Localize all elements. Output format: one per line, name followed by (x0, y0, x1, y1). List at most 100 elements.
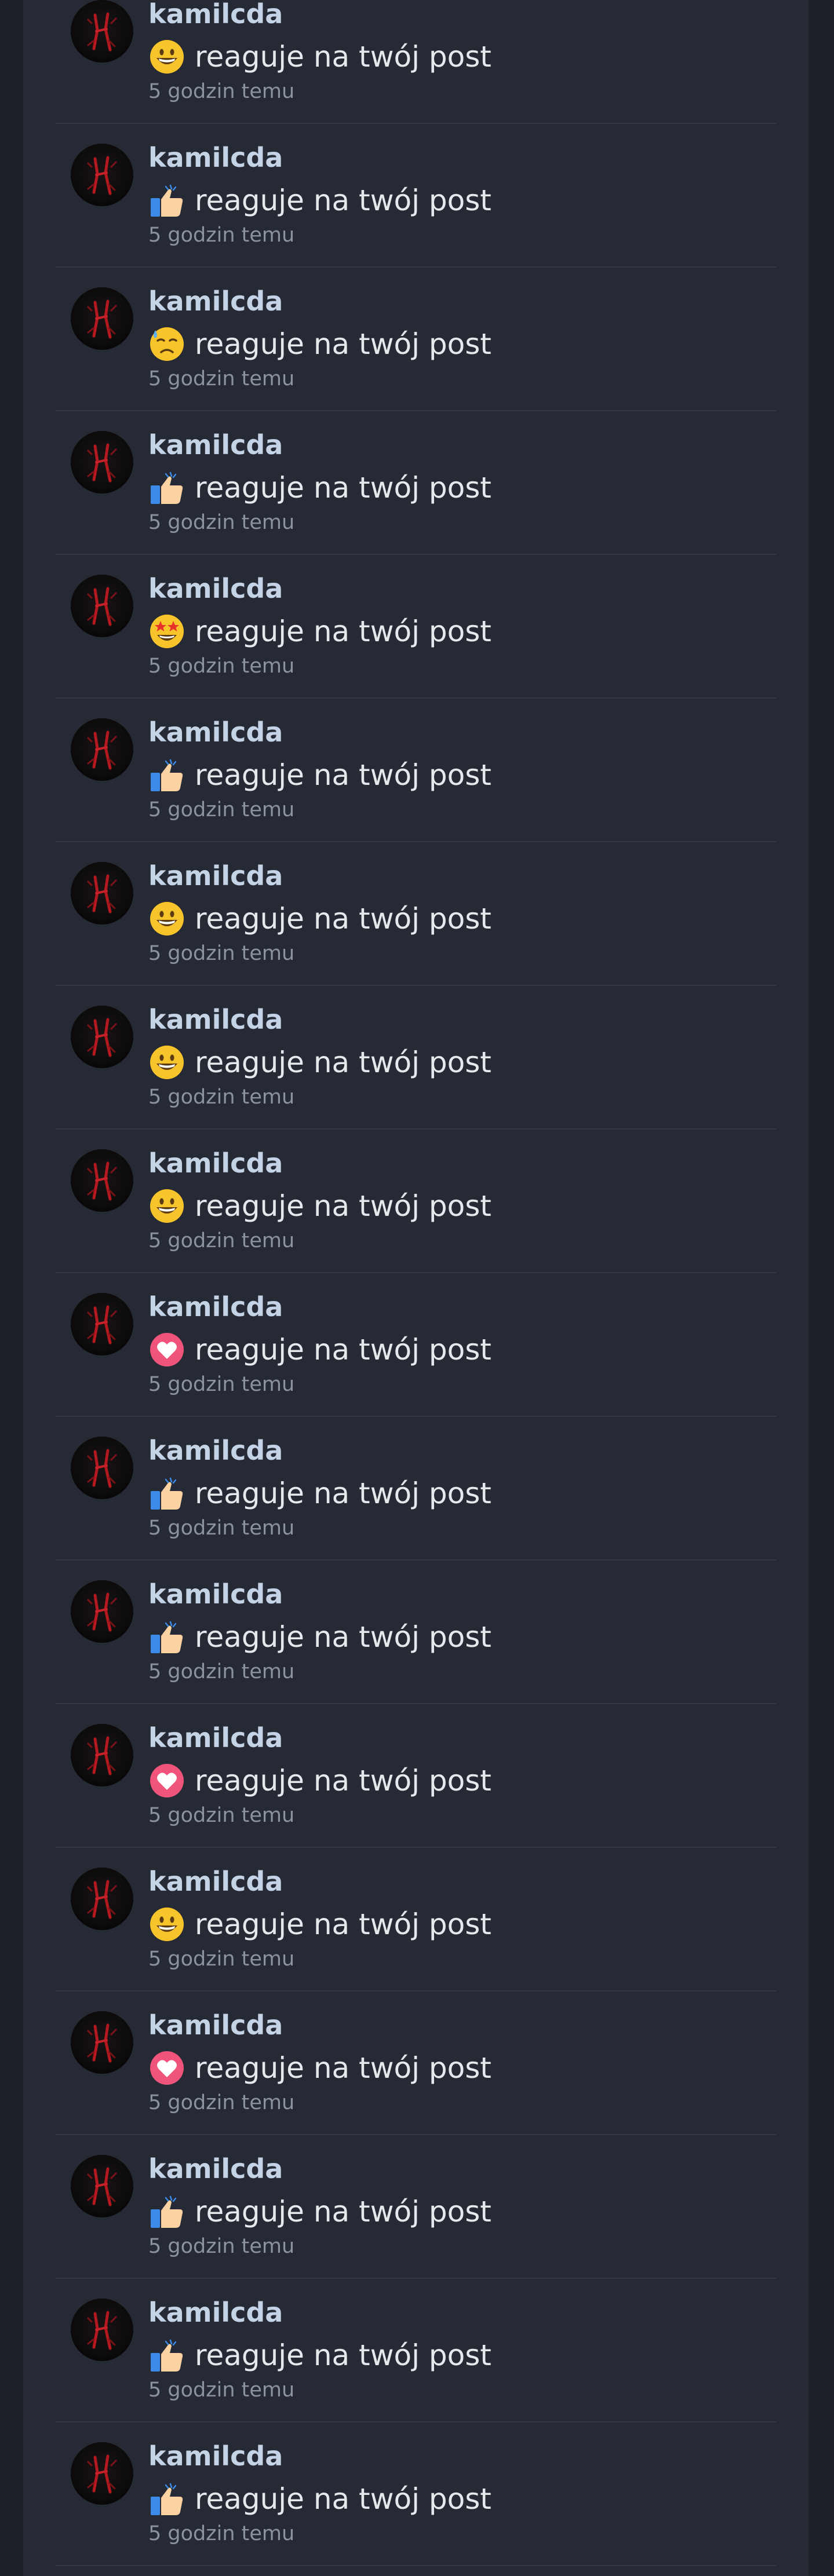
username[interactable]: kamilcda (148, 860, 491, 892)
action-text: reaguje na twój post (195, 2195, 491, 2228)
grinning-face-icon (148, 38, 185, 75)
action-text: reaguje na twój post (195, 327, 491, 361)
notification-item[interactable]: kamilcda reaguje na twój post 5 godzin t… (56, 1992, 776, 2135)
timestamp: 5 godzin temu (148, 2378, 295, 2402)
avatar[interactable] (71, 718, 133, 781)
notification-item[interactable]: kamilcda reaguje na twój post 5 godzin t… (56, 1130, 776, 1273)
timestamp: 5 godzin temu (148, 2522, 295, 2545)
avatar[interactable] (71, 144, 133, 206)
username[interactable]: kamilcda (148, 1003, 491, 1036)
username[interactable]: kamilcda (148, 1147, 491, 1179)
timestamp: 5 godzin temu (148, 655, 295, 678)
username[interactable]: kamilcda (148, 716, 491, 748)
avatar[interactable] (71, 431, 133, 494)
action-text: reaguje na twój post (195, 2051, 491, 2085)
username[interactable]: kamilcda (148, 0, 491, 30)
avatar[interactable] (71, 1724, 133, 1786)
timestamp: 5 godzin temu (148, 1660, 295, 1683)
timestamp: 5 godzin temu (148, 367, 295, 390)
timestamp: 5 godzin temu (148, 1517, 295, 1540)
username[interactable]: kamilcda (148, 1578, 491, 1610)
notification-item[interactable]: kamilcda reaguje na twój post 5 godzin t… (56, 699, 776, 842)
username[interactable]: kamilcda (148, 572, 491, 605)
avatar[interactable] (71, 287, 133, 350)
username[interactable]: kamilcda (148, 2296, 491, 2329)
action-text: reaguje na twój post (195, 615, 491, 648)
username[interactable]: kamilcda (148, 141, 491, 174)
timestamp: 5 godzin temu (148, 798, 295, 821)
action-text: reaguje na twój post (195, 902, 491, 936)
username[interactable]: kamilcda (148, 1291, 491, 1323)
avatar[interactable] (71, 2011, 133, 2074)
avatar[interactable] (71, 1580, 133, 1643)
action-text: reaguje na twój post (195, 758, 491, 792)
avatar[interactable] (71, 0, 133, 63)
heart-icon (148, 1331, 185, 1368)
action-text: reaguje na twój post (195, 1333, 491, 1366)
username[interactable]: kamilcda (148, 1722, 491, 1754)
notification-item[interactable]: kamilcda reaguje na twój post 5 godzin t… (56, 2135, 776, 2279)
action-text: reaguje na twój post (195, 1046, 491, 1079)
timestamp: 5 godzin temu (148, 1804, 295, 1827)
username[interactable]: kamilcda (148, 429, 491, 461)
action-text: reaguje na twój post (195, 1620, 491, 1654)
action-text: reaguje na twój post (195, 2482, 491, 2516)
username[interactable]: kamilcda (148, 1434, 491, 1467)
notification-item[interactable]: kamilcda reaguje na twój post 5 godzin t… (56, 2279, 776, 2422)
timestamp: 5 godzin temu (148, 80, 295, 103)
notification-item[interactable]: kamilcda reaguje na twój post 5 godzin t… (56, 0, 776, 124)
grinning-face-icon (148, 1906, 185, 1943)
notification-list: kamilcda reaguje na twój post 5 godzin t… (56, 0, 776, 2566)
avatar[interactable] (71, 1868, 133, 1930)
avatar[interactable] (71, 1437, 133, 1499)
notifications-panel: kamilcda reaguje na twój post 5 godzin t… (23, 0, 808, 2576)
heart-icon (148, 2049, 185, 2087)
thumbs-up-icon (148, 2480, 185, 2517)
notification-item[interactable]: kamilcda reaguje na twój post 5 godzin t… (56, 986, 776, 1130)
action-text: reaguje na twój post (195, 184, 491, 217)
avatar[interactable] (71, 1293, 133, 1355)
avatar[interactable] (71, 2442, 133, 2505)
action-text: reaguje na twój post (195, 471, 491, 505)
avatar[interactable] (71, 862, 133, 925)
avatar[interactable] (71, 2299, 133, 2361)
action-text: reaguje na twój post (195, 1908, 491, 1941)
avatar[interactable] (71, 1006, 133, 1068)
notification-item[interactable]: kamilcda reaguje na twój post 5 godzin t… (56, 555, 776, 699)
notification-item[interactable]: kamilcda reaguje na twój post 5 godzin t… (56, 411, 776, 555)
grinning-face-icon (148, 900, 185, 937)
notification-item[interactable]: kamilcda reaguje na twój post 5 godzin t… (56, 1417, 776, 1561)
notification-item[interactable]: kamilcda reaguje na twój post 5 godzin t… (56, 2422, 776, 2566)
notification-item[interactable]: kamilcda reaguje na twój post 5 godzin t… (56, 124, 776, 268)
username[interactable]: kamilcda (148, 1865, 491, 1898)
action-text: reaguje na twój post (195, 40, 491, 74)
action-text: reaguje na twój post (195, 1764, 491, 1797)
avatar[interactable] (71, 2155, 133, 2217)
action-text: reaguje na twój post (195, 1189, 491, 1223)
notification-item[interactable]: kamilcda reaguje na twój post 5 godzin t… (56, 1561, 776, 1704)
username[interactable]: kamilcda (148, 2440, 491, 2472)
username[interactable]: kamilcda (148, 2153, 491, 2185)
action-text: reaguje na twój post (195, 1477, 491, 1510)
heart-icon (148, 1762, 185, 1799)
avatar[interactable] (71, 575, 133, 637)
timestamp: 5 godzin temu (148, 2235, 295, 2258)
notification-item[interactable]: kamilcda reaguje na twój post 5 godzin t… (56, 268, 776, 411)
timestamp: 5 godzin temu (148, 2091, 295, 2114)
sad-face-icon (148, 326, 185, 363)
thumbs-up-icon (148, 469, 185, 506)
timestamp: 5 godzin temu (148, 942, 295, 965)
notification-item[interactable]: kamilcda reaguje na twój post 5 godzin t… (56, 1273, 776, 1417)
username[interactable]: kamilcda (148, 285, 491, 317)
notification-item[interactable]: kamilcda reaguje na twój post 5 godzin t… (56, 1848, 776, 1992)
timestamp: 5 godzin temu (148, 1373, 295, 1396)
notification-item[interactable]: kamilcda reaguje na twój post 5 godzin t… (56, 842, 776, 986)
star-struck-icon (148, 613, 185, 650)
thumbs-up-icon (148, 2193, 185, 2230)
avatar[interactable] (71, 1149, 133, 1212)
grinning-face-icon (148, 1044, 185, 1081)
thumbs-up-icon (148, 1618, 185, 1656)
notification-item[interactable]: kamilcda reaguje na twój post 5 godzin t… (56, 1704, 776, 1848)
thumbs-up-icon (148, 1475, 185, 1512)
username[interactable]: kamilcda (148, 2009, 491, 2041)
